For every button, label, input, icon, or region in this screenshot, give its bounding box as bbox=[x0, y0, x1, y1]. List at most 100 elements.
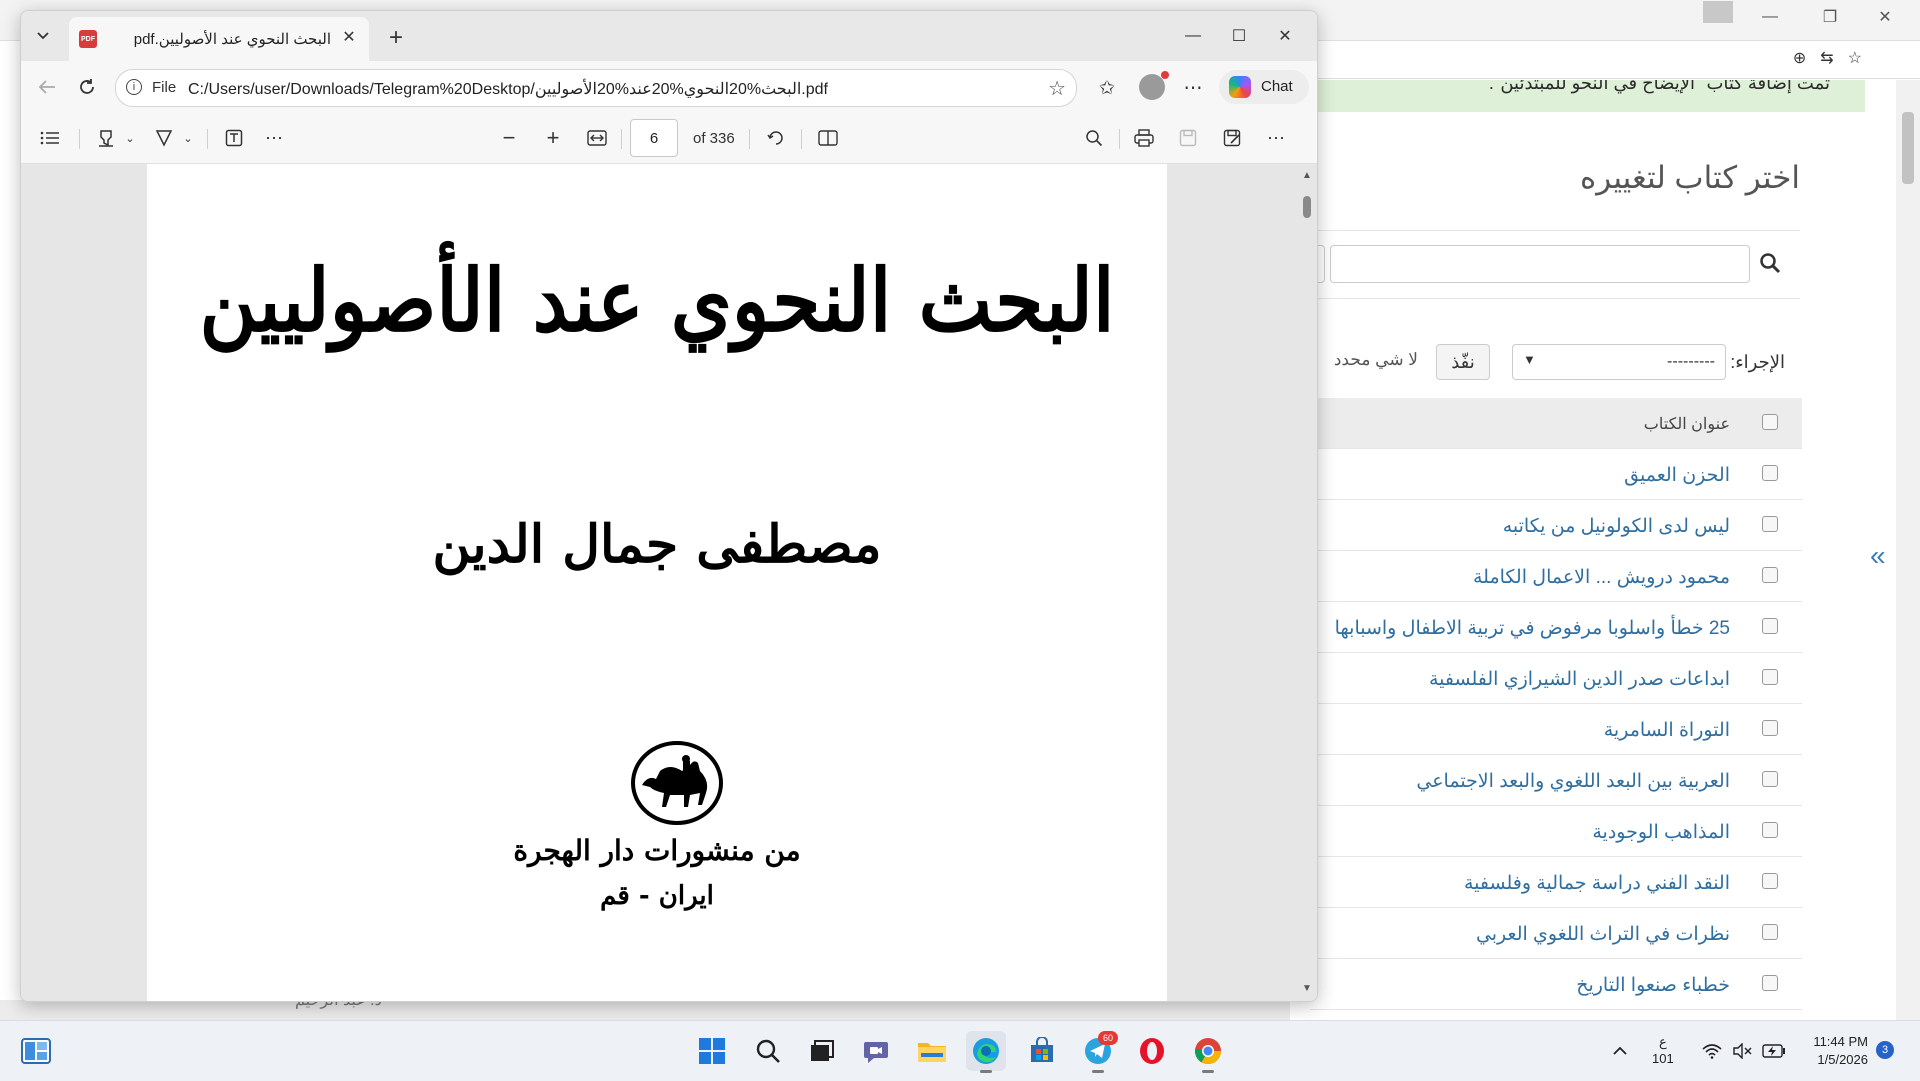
zoom-out-icon[interactable]: − bbox=[494, 123, 524, 153]
file-explorer-icon[interactable] bbox=[912, 1031, 952, 1071]
show-hidden-icons-icon[interactable] bbox=[1612, 1021, 1628, 1081]
bookmark-star-icon[interactable]: ☆ bbox=[1848, 48, 1862, 68]
scroll-down-icon[interactable]: ▼ bbox=[1302, 983, 1312, 994]
star-outline-icon[interactable]: ☆ bbox=[1048, 76, 1066, 101]
widgets-icon[interactable] bbox=[16, 1031, 56, 1071]
favorites-icon[interactable]: ✩ bbox=[1091, 72, 1123, 104]
books-table: عنوان الكتاب الحزن العميق ليس لدى الكولو… bbox=[1310, 398, 1802, 1010]
rotate-icon[interactable] bbox=[761, 123, 791, 153]
scroll-up-icon[interactable]: ▲ bbox=[1302, 170, 1312, 181]
tab-pdf[interactable]: PDF البحث النحوي عند الأصوليين.pdf ✕ bbox=[69, 17, 369, 61]
scroll-thumb[interactable] bbox=[1303, 196, 1311, 218]
book-link[interactable]: ابداعات صدر الدين الشيرازي الفلسفية bbox=[1429, 668, 1730, 691]
more-tools-icon[interactable]: ⋯ bbox=[259, 123, 289, 153]
volume-muted-icon[interactable] bbox=[1732, 1021, 1752, 1081]
maximize-button[interactable]: ☐ bbox=[1217, 19, 1261, 53]
edge-browser-icon[interactable] bbox=[966, 1031, 1006, 1073]
bg-restore-button[interactable]: ❐ bbox=[1800, 0, 1860, 34]
book-link[interactable]: 25 خطأ واسلوبا مرفوض في تربية الاطفال وا… bbox=[1335, 617, 1730, 640]
highlight-icon[interactable] bbox=[91, 123, 121, 153]
background-scroll-thumb[interactable] bbox=[1902, 112, 1914, 184]
site-info-icon[interactable]: i bbox=[126, 79, 142, 95]
background-profile-avatar[interactable] bbox=[1703, 1, 1733, 23]
language-bottom: 101 bbox=[1652, 1051, 1674, 1066]
close-window-button[interactable]: ✕ bbox=[1263, 19, 1307, 53]
draw-icon[interactable] bbox=[149, 123, 179, 153]
column-header-title[interactable]: عنوان الكتاب bbox=[1644, 414, 1730, 434]
save-icon[interactable] bbox=[1173, 123, 1203, 153]
more-options-icon[interactable]: ⋯ bbox=[1261, 123, 1291, 153]
more-icon[interactable]: ⋯ bbox=[1177, 72, 1209, 104]
pdf-viewer[interactable]: البحث النحوي عند الأصوليين مصطفى جمال ال… bbox=[21, 164, 1317, 1001]
refresh-button[interactable] bbox=[71, 71, 103, 103]
background-address-bar[interactable]: ⊕ ⇆ ☆ bbox=[1290, 42, 1920, 79]
wifi-icon[interactable] bbox=[1702, 1021, 1722, 1081]
teams-chat-icon[interactable] bbox=[856, 1031, 896, 1071]
bg-close-button[interactable]: ✕ bbox=[1855, 0, 1915, 34]
profile-avatar[interactable] bbox=[1139, 74, 1165, 100]
sidebar-expand-icon[interactable]: « bbox=[1870, 540, 1886, 572]
book-link[interactable]: التوراة السامرية bbox=[1604, 719, 1730, 742]
back-button[interactable] bbox=[31, 71, 63, 103]
search-icon[interactable] bbox=[748, 1031, 788, 1071]
book-link[interactable]: الحزن العميق bbox=[1624, 464, 1730, 487]
start-button-icon[interactable] bbox=[692, 1031, 732, 1071]
copilot-chat-button[interactable]: Chat bbox=[1219, 70, 1309, 104]
book-link[interactable]: نظرات في التراث اللغوي العربي bbox=[1476, 923, 1730, 946]
microsoft-store-icon[interactable] bbox=[1022, 1031, 1062, 1071]
row-checkbox[interactable] bbox=[1762, 873, 1778, 889]
row-checkbox[interactable] bbox=[1762, 771, 1778, 787]
select-all-checkbox[interactable] bbox=[1762, 414, 1778, 430]
page-view-icon[interactable] bbox=[813, 123, 843, 153]
telegram-icon[interactable]: 60 bbox=[1078, 1031, 1118, 1073]
row-checkbox[interactable] bbox=[1762, 618, 1778, 634]
translate-icon[interactable]: ⇆ bbox=[1820, 48, 1833, 68]
url-text: C:/Users/user/Downloads/Telegram%20Deskt… bbox=[188, 81, 828, 98]
chrome-icon[interactable] bbox=[1188, 1031, 1228, 1073]
book-link[interactable]: خطباء صنعوا التاريخ bbox=[1576, 974, 1730, 997]
background-scrollbar[interactable] bbox=[1896, 80, 1920, 1020]
row-checkbox[interactable] bbox=[1762, 924, 1778, 940]
zoom-in-icon[interactable]: + bbox=[538, 123, 568, 153]
search-icon[interactable] bbox=[1755, 248, 1785, 278]
book-link[interactable]: النقد الفني دراسة جمالية وفلسفية bbox=[1464, 872, 1730, 895]
text-box-icon[interactable] bbox=[219, 123, 249, 153]
book-link[interactable]: المذاهب الوجودية bbox=[1592, 821, 1730, 844]
book-link[interactable]: العربية بين البعد اللغوي والبعد الاجتماع… bbox=[1416, 770, 1730, 793]
print-icon[interactable] bbox=[1129, 123, 1159, 153]
minimize-button[interactable]: — bbox=[1171, 19, 1215, 53]
search-input[interactable] bbox=[1330, 245, 1750, 283]
input-language-indicator[interactable]: ع 101 bbox=[1652, 1033, 1674, 1067]
chevron-down-icon[interactable]: ⌄ bbox=[121, 123, 139, 153]
clock[interactable]: 11:44 PM 1/5/2026 bbox=[1798, 1033, 1868, 1069]
row-checkbox[interactable] bbox=[1762, 567, 1778, 583]
row-checkbox[interactable] bbox=[1762, 465, 1778, 481]
battery-charging-icon[interactable] bbox=[1762, 1021, 1786, 1081]
page-number-input[interactable]: 6 bbox=[630, 119, 678, 157]
bg-minimize-button[interactable]: — bbox=[1740, 0, 1800, 34]
row-checkbox[interactable] bbox=[1762, 720, 1778, 736]
opera-icon[interactable] bbox=[1132, 1031, 1172, 1071]
contents-list-icon[interactable] bbox=[35, 123, 65, 153]
notification-count-badge[interactable]: 3 bbox=[1876, 1041, 1894, 1059]
tab-actions-menu[interactable] bbox=[28, 21, 58, 51]
save-as-icon[interactable] bbox=[1217, 123, 1247, 153]
go-button[interactable]: نفّذ bbox=[1436, 344, 1490, 380]
row-checkbox[interactable] bbox=[1762, 516, 1778, 532]
new-tab-button[interactable]: + bbox=[381, 23, 411, 53]
zoom-icon[interactable]: ⊕ bbox=[1793, 48, 1806, 68]
row-checkbox[interactable] bbox=[1762, 822, 1778, 838]
pdf-scrollbar[interactable]: ▲ ▼ bbox=[1301, 168, 1313, 994]
action-select[interactable]: --------- ▼ bbox=[1512, 344, 1726, 380]
close-tab-icon[interactable]: ✕ bbox=[337, 25, 361, 49]
row-checkbox[interactable] bbox=[1762, 975, 1778, 991]
search-icon[interactable] bbox=[1079, 123, 1109, 153]
chevron-down-icon[interactable]: ⌄ bbox=[179, 123, 197, 153]
fit-to-width-icon[interactable] bbox=[582, 123, 612, 153]
book-title: البحث النحوي عند الأصوليين bbox=[199, 251, 1116, 352]
book-link[interactable]: ليس لدى الكولونيل من يكاتبه bbox=[1503, 515, 1730, 538]
book-link[interactable]: محمود درويش ... الاعمال الكاملة bbox=[1473, 566, 1730, 589]
url-input[interactable]: i File C:/Users/user/Downloads/Telegram%… bbox=[115, 69, 1077, 107]
task-view-icon[interactable] bbox=[802, 1031, 842, 1071]
row-checkbox[interactable] bbox=[1762, 669, 1778, 685]
